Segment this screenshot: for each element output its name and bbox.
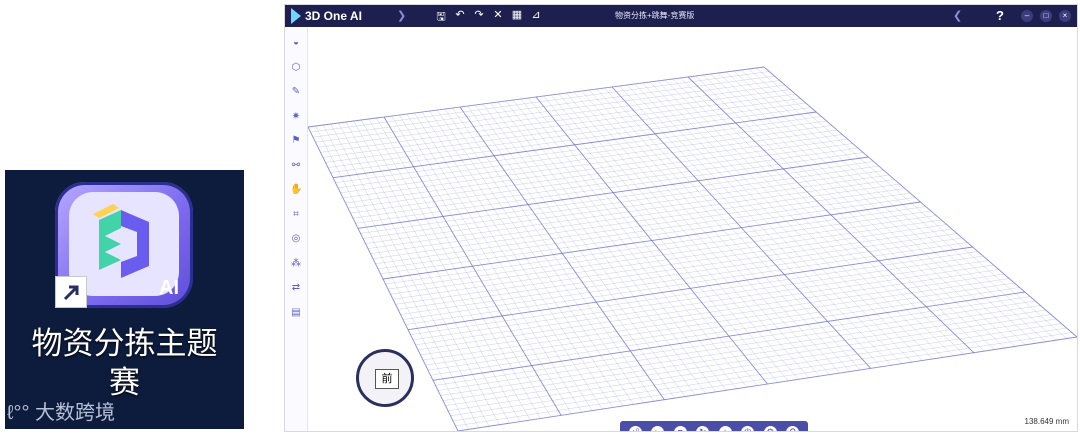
shortcut-label-line1: 物资分拣主题 — [31, 326, 218, 361]
sketch-icon[interactable]: ✎ — [290, 86, 302, 98]
power-icon[interactable]: ⏻ — [741, 425, 755, 431]
window-controls: ? – □ × — [996, 8, 1071, 23]
bottom-toolbar: ⏎ ▸ ■ ↻ ● ⏻ ⚙ ⚲ — [620, 421, 808, 431]
watermark-text: 大数跨境 — [35, 402, 116, 424]
watermark: ℓ°° 大数跨境 — [7, 396, 115, 425]
chevron-left-icon[interactable]: ❮ — [953, 9, 962, 22]
scale-readout: 138.649 mm — [1024, 417, 1069, 426]
desktop-background: AI 物资分拣主题 赛 ℓ°° 大数跨境 — [5, 170, 244, 429]
rotate-icon[interactable]: ↻ — [696, 425, 710, 431]
flag-icon[interactable]: ⚑ — [290, 135, 302, 147]
target-icon[interactable]: ◎ — [290, 233, 302, 245]
app-logo[interactable]: 3D One AI — [291, 8, 362, 24]
document-icon[interactable]: ▤ — [290, 307, 302, 319]
left-toolbar: ◒ ⬡ ✎ ✷ ⚑ ⚯ ✋ ⌗ ◎ ⁂ ⇄ ▤ — [285, 27, 308, 431]
redo-icon[interactable]: ↷ — [473, 8, 485, 27]
app-window: 3D One AI ❯ 🖫 ↶ ↷ ✕ ▦ ⊿ 物资分拣+跳舞-竞赛版 ❮ ? – □ ×… — [284, 4, 1078, 432]
grid-icon[interactable]: ▦ — [511, 8, 523, 27]
minimize-button[interactable]: – — [1021, 9, 1033, 22]
record-icon[interactable]: ● — [718, 425, 732, 431]
link-icon[interactable]: ⚯ — [290, 160, 302, 172]
enter-icon[interactable]: ⏎ — [628, 425, 642, 431]
network-icon[interactable]: ⁂ — [290, 258, 302, 270]
save-icon[interactable]: 🖫 — [435, 8, 447, 27]
watermark-logo-icon: ℓ°° — [7, 402, 30, 424]
cube-icon[interactable]: ⬡ — [290, 62, 302, 74]
document-title: 物资分拣+跳舞-竞赛版 — [615, 11, 695, 20]
play-icon[interactable]: ▸ — [651, 425, 665, 431]
ai-badge: AI — [159, 277, 179, 299]
ground-grid — [308, 66, 1077, 431]
close-button[interactable]: × — [1059, 9, 1071, 22]
title-bar: 3D One AI ❯ 🖫 ↶ ↷ ✕ ▦ ⊿ 物资分拣+跳舞-竞赛版 ❮ ? – □ × — [285, 5, 1077, 27]
app-shortcut-icon[interactable]: AI — [55, 182, 193, 308]
hand-icon[interactable]: ✋ — [290, 184, 302, 196]
delete-icon[interactable]: ✕ — [492, 8, 504, 27]
chevron-right-icon[interactable]: ❯ — [397, 9, 406, 22]
measure-icon[interactable]: ⊿ — [530, 8, 542, 27]
undo-icon[interactable]: ↶ — [454, 8, 466, 27]
help-button[interactable]: ? — [996, 8, 1004, 23]
gear-component-icon[interactable]: ✷ — [290, 111, 302, 123]
frame-icon[interactable]: ⌗ — [290, 209, 302, 221]
shortcut-arrow-icon — [55, 276, 87, 308]
logo-triangle-icon — [291, 8, 301, 24]
maximize-button[interactable]: □ — [1040, 9, 1052, 22]
search-settings-icon[interactable]: ⚲ — [786, 425, 800, 431]
app-name: 3D One AI — [305, 9, 362, 23]
shape-icon[interactable]: ◒ — [290, 37, 302, 49]
view-cube-front-face[interactable]: 前 — [375, 369, 399, 389]
stop-icon[interactable]: ■ — [673, 425, 687, 431]
settings-icon[interactable]: ⚙ — [763, 425, 777, 431]
swap-icon[interactable]: ⇄ — [290, 282, 302, 294]
view-cube[interactable]: 前 — [356, 349, 414, 407]
3d-viewport[interactable]: 前 ⏎▸■↻●⏻⚙⚲ ◂ — [308, 27, 1077, 431]
quick-access-toolbar: 🖫 ↶ ↷ ✕ ▦ ⊿ — [435, 8, 542, 27]
